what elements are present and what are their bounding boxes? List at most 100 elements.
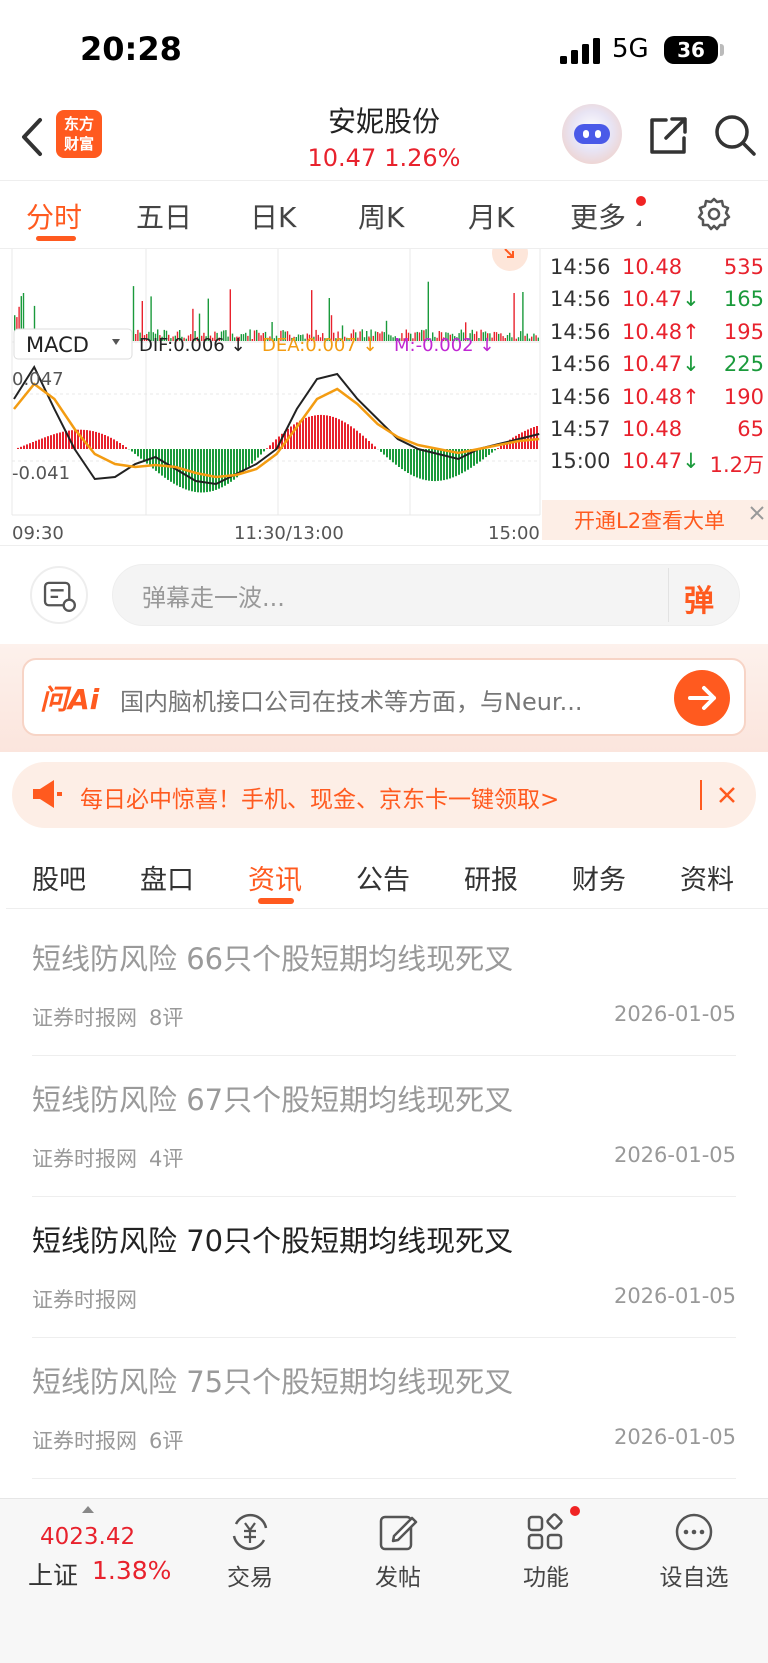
macd-bar [401,449,403,470]
tab-financials[interactable]: 财务 [572,858,626,897]
macd-bar [98,432,100,449]
volume-bar [385,320,388,341]
news-source: 证券时报网 [32,1288,137,1312]
volume-bar [511,337,513,341]
news-item[interactable]: 短线防风险 70只个股短期均线现死叉 证券时报网 2026-01-05 [32,1198,736,1338]
macd-bar [311,416,313,449]
more-circle-icon[interactable] [672,1510,716,1554]
tab-research[interactable]: 研报 [464,858,518,897]
volume-bar [251,339,253,341]
volume-bar [390,335,392,341]
edit-icon[interactable] [376,1510,420,1554]
danmaku-settings-icon[interactable] [30,566,88,624]
expand-up-icon[interactable] [82,1506,94,1513]
tick-row: 15:00 10.47↓ 1.2万 [542,449,768,481]
news-title[interactable]: 短线防风险 67只个股短期均线现死叉 [32,1077,513,1119]
tab-profile[interactable]: 资料 [680,858,734,897]
y-max-label: 0.047 [12,369,64,390]
news-item[interactable]: 短线防风险 66只个股短期均线现死叉 证券时报网 8评 2026-01-05 [32,916,736,1056]
tick-row: 14:56 10.48↑ 190 [542,385,768,417]
volume-bar [528,338,531,341]
macd-bar [134,449,136,454]
robot-avatar-icon[interactable] [562,104,622,164]
search-icon[interactable] [712,112,758,158]
danmaku-send-button[interactable]: 弹 [684,576,714,620]
tab-news[interactable]: 资讯 [248,858,302,897]
news-comments: 8评 [149,1006,184,1030]
macd-bar [245,449,247,470]
volume-bar [388,334,390,341]
dea-line [13,382,540,479]
nav-trade[interactable]: 交易 [190,1558,310,1592]
news-title[interactable]: 短线防风险 66只个股短期均线现死叉 [32,936,513,978]
macd-bar [350,426,352,449]
arrow-down-icon: ↓ [682,352,700,377]
tick-price: 10.47↓ [622,352,700,377]
news-item[interactable]: 短线防风险 75只个股短期均线现死叉 证券时报网 6评 2026-01-05 [32,1339,736,1479]
arrow-up-icon: ↑ [682,319,700,344]
close-icon[interactable] [714,782,740,808]
index-value[interactable]: 4023.42 [40,1524,135,1550]
macd-bar [308,416,310,449]
tab-five-day[interactable]: 五日 [136,196,192,236]
volume-bar [383,332,385,341]
nav-functions[interactable]: 功能 [486,1558,606,1592]
indicator-select[interactable]: MACD [26,333,89,357]
news-comments: 4评 [149,1147,184,1171]
macd-bar [209,449,211,492]
news-title[interactable]: 短线防风险 75只个股短期均线现死叉 [32,1359,513,1401]
macd-bar [263,449,265,452]
macd-bar [194,449,196,492]
index-change-pct[interactable]: 1.38% [92,1556,171,1585]
ai-question-text[interactable]: 国内脑机接口公司在技术等方面，与Neur... [120,682,650,717]
intraday-chart[interactable]: MACD DIF:0.006 ↓ DEA:0.007 ↓ M:-0.002 ↓ … [0,249,542,545]
l2-banner-text[interactable]: 开通L2查看大单 [574,505,725,535]
index-name[interactable]: 上证 [28,1556,78,1592]
macd-bar [23,445,25,449]
arrow-right-icon[interactable] [674,670,730,726]
news-source: 证券时报网 [32,1147,137,1171]
tab-forum[interactable]: 股吧 [32,858,86,897]
volume-bar [526,333,528,341]
tab-intraday[interactable]: 分时 [26,196,82,236]
tick-volume: 535 [723,255,764,279]
collapse-button [492,249,528,271]
grid-apps-icon[interactable] [524,1510,568,1554]
volume-bar [427,281,429,341]
macd-bar [383,449,385,455]
macd-bar [302,419,304,449]
tab-announcements[interactable]: 公告 [356,858,410,897]
tab-more[interactable]: 更多 [570,196,626,236]
arrow-down-icon: ↓ [682,449,700,474]
tab-monthly-k[interactable]: 月K [468,196,514,236]
x-label-close: 15:00 [488,523,540,544]
active-tab-indicator [36,236,76,241]
stock-price: 10.47 [307,144,377,172]
macd-bar [62,431,64,449]
tick-price: 10.48 [622,255,683,279]
news-title[interactable]: 短线防风险 70只个股短期均线现死叉 [32,1218,513,1260]
trade-icon[interactable] [228,1510,272,1554]
macd-bar [320,414,322,449]
macd-bar [56,433,58,449]
promo-text[interactable]: 每日必中惊喜！手机、现金、京东卡一键领取> [80,780,559,814]
news-item[interactable]: 短线防风险 67只个股短期均线现死叉 证券时报网 4评 2026-01-05 [32,1057,736,1197]
tick-time: 14:56 [550,319,611,344]
macd-bar [500,445,502,449]
tab-market-depth[interactable]: 盘口 [140,858,194,897]
nav-add-watchlist[interactable]: 设自选 [634,1558,754,1592]
close-icon[interactable] [746,502,768,524]
danmaku-placeholder[interactable]: 弹幕走一波... [142,578,285,613]
macd-bar [536,426,538,449]
gear-icon[interactable] [696,196,732,232]
macd-bar [149,449,151,467]
nav-post[interactable]: 发帖 [338,1558,458,1592]
tick-row: 14:56 10.47↓ 225 [542,352,768,384]
dropdown-arrow-icon [636,220,641,226]
tab-daily-k[interactable]: 日K [250,196,296,236]
tab-weekly-k[interactable]: 周K [358,196,404,236]
share-icon[interactable] [646,114,690,158]
macd-bar [326,415,328,449]
macd-bar [416,449,418,478]
macd-bar [395,449,397,465]
